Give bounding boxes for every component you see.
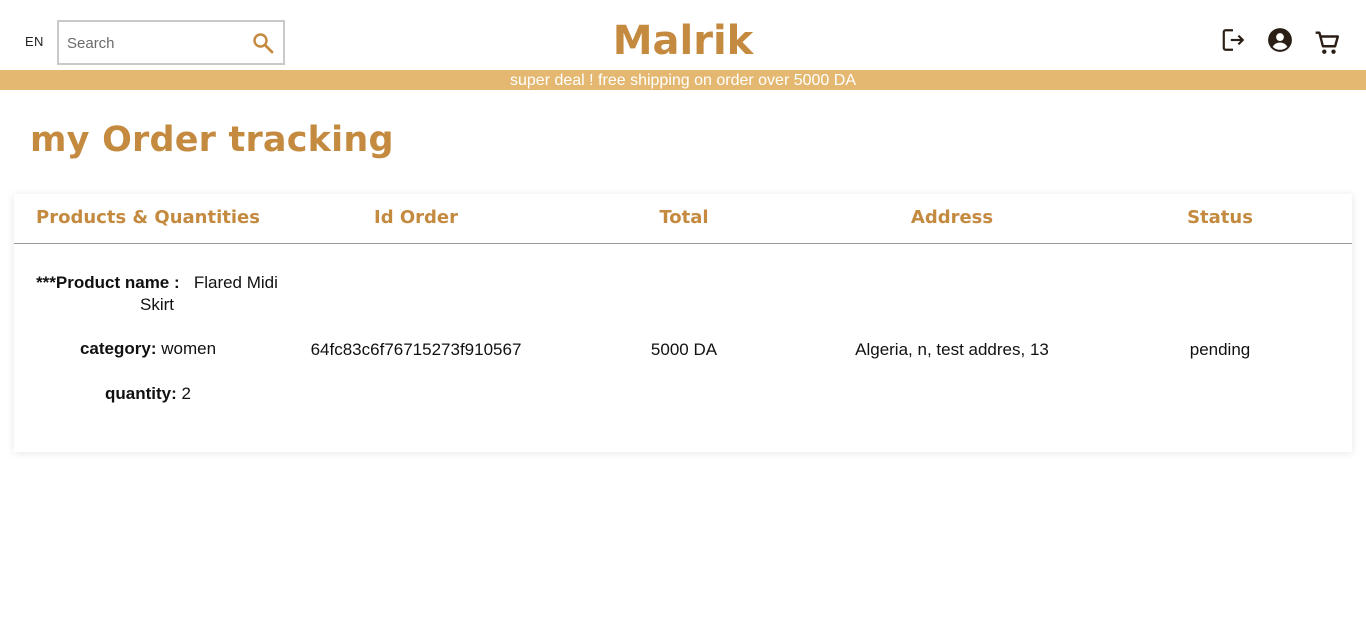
quantity-value: 2 bbox=[181, 384, 191, 403]
order-id-cell: 64fc83c6f76715273f910567 bbox=[310, 340, 522, 359]
language-selector[interactable]: EN bbox=[25, 34, 44, 49]
page-title: my Order tracking bbox=[30, 120, 394, 160]
table-header: Products & Quantities Id Order Total Add… bbox=[14, 194, 1352, 244]
orders-table: Products & Quantities Id Order Total Add… bbox=[14, 194, 1352, 452]
order-address-cell: Algeria, n, test addres, 13 bbox=[855, 340, 1049, 359]
account-icon[interactable] bbox=[1267, 27, 1293, 53]
search-input[interactable] bbox=[67, 31, 237, 55]
cart-icon[interactable] bbox=[1314, 30, 1340, 56]
column-header-status: Status bbox=[1187, 207, 1253, 228]
search-bar bbox=[57, 20, 285, 65]
promo-banner-text: super deal ! free shipping on order over… bbox=[510, 72, 856, 89]
column-header-address: Address bbox=[910, 207, 994, 228]
product-name: ***Product name : Flared Midi Skirt bbox=[32, 272, 282, 316]
category-label: category: bbox=[79, 339, 157, 358]
column-header-id-order: Id Order bbox=[374, 207, 458, 228]
order-total-cell: 5000 DA bbox=[650, 340, 718, 359]
product-name-label: ***Product name : bbox=[36, 273, 180, 292]
category-value: women bbox=[161, 339, 217, 358]
quantity-label: quantity: bbox=[105, 384, 177, 403]
product-category: category: women bbox=[14, 339, 282, 359]
brand-name[interactable]: Malrik bbox=[613, 18, 754, 64]
product-quantity: quantity: 2 bbox=[14, 384, 282, 404]
order-status-cell: pending bbox=[1189, 340, 1251, 359]
promo-banner: super deal ! free shipping on order over… bbox=[0, 70, 1366, 90]
column-header-products: Products & Quantities bbox=[36, 207, 260, 228]
logout-icon[interactable] bbox=[1220, 27, 1246, 53]
column-header-total: Total bbox=[659, 207, 709, 228]
search-icon[interactable] bbox=[251, 31, 275, 55]
site-header: EN Malrik bbox=[0, 0, 1366, 70]
